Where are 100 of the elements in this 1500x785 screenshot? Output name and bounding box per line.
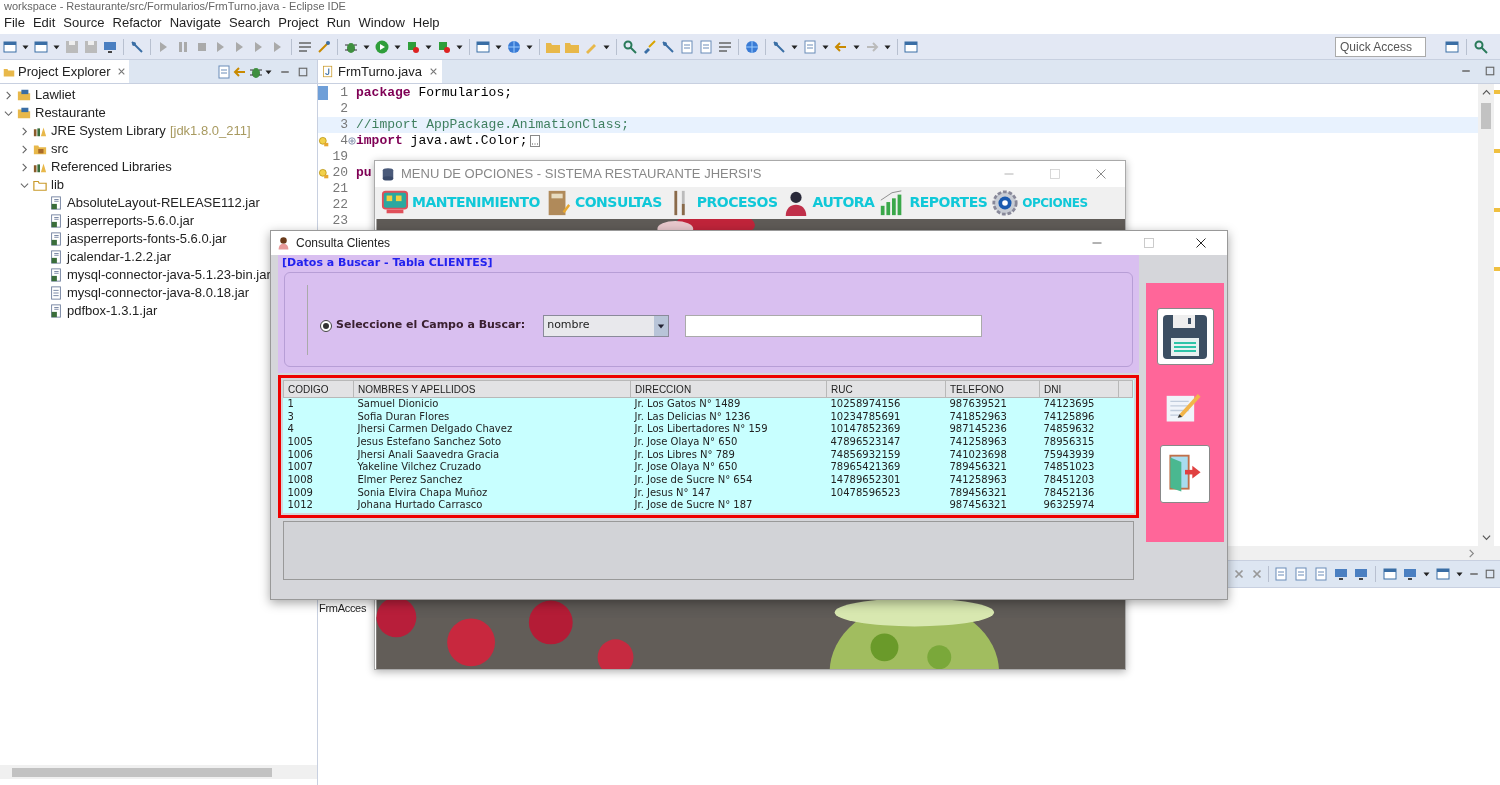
console-text: FrmAcces [319,602,367,614]
line-number: 20 [331,164,348,183]
column-header[interactable]: RUC [826,380,946,398]
menu-item[interactable]: File [0,14,29,32]
column-header[interactable]: TELEFONO [945,380,1040,398]
table-cell: Jr. Los Libertadores N° 159 [634,423,768,435]
table-cell: Samuel Dionicio [357,398,439,410]
tree-item[interactable]: jasperreports-fonts-5.6.0.jar [67,229,227,249]
table-cell: Jr. Las Delicias N° 1236 [634,410,751,422]
menu-item[interactable]: Refactor [108,14,166,32]
line-number: 22 [331,196,348,215]
table-cell: Elmer Perez Sanchez [357,473,463,485]
code-line: package Formularios; [356,84,513,103]
table-cell: Jr. Jose Olaya N° 650 [634,435,738,447]
table-cell: Jr. Jesus N° 147 [634,486,711,498]
tree-item[interactable]: lib [51,175,64,195]
table-cell: 741023698 [949,448,1007,460]
table-cell: 1007 [287,461,313,473]
tree-item[interactable]: src [51,139,69,159]
table-cell: 741258963 [949,473,1007,485]
line-number: 21 [331,180,348,199]
tree-item[interactable]: JRE System Library [51,121,166,141]
table-cell: 987145236 [949,423,1007,435]
tree-item[interactable]: mysql-connector-java-8.0.18.jar [67,283,250,303]
table-cell: 74856932159 [830,448,901,460]
table-cell: 4 [287,423,294,435]
table-cell: 1006 [287,448,313,460]
tree-item[interactable]: Lawliet [35,85,76,105]
menu-item[interactable]: Project [274,14,323,32]
table-cell: 74859632 [1043,423,1095,435]
table-cell: 96325974 [1043,499,1095,511]
tree-item[interactable]: jcalendar-1.2.2.jar [67,247,172,267]
column-header[interactable]: NOMBRES Y APELLIDOS [353,380,631,398]
table-cell: Yakeline Vilchez Cruzado [357,461,482,473]
table-cell: 74125896 [1043,410,1095,422]
table-cell: Jr. Los Libres N° 789 [634,448,735,460]
tree-item[interactable]: pdfbox-1.3.1.jar [67,301,158,321]
table-cell: 78451203 [1043,473,1095,485]
table-cell: Johana Hurtado Carrasco [357,499,483,511]
table-cell: 789456321 [949,486,1007,498]
table-cell: 75943939 [1043,448,1095,460]
table-cell: Jr. Jose Olaya N° 650 [634,461,738,473]
table-cell: Sofia Duran Flores [357,410,450,422]
tree-item[interactable]: AbsoluteLayout-RELEASE112.jar [67,193,260,213]
menu-item[interactable]: Navigate [165,14,225,32]
line-number: 19 [331,148,348,167]
line-number: 1 [339,84,348,103]
window-title: workspace - Restaurante/src/Formularios/FrmTurno.java - Eclipse IDE [4,0,346,12]
table-cell: 987456321 [949,499,1007,511]
table-cell: Jesus Estefano Sanchez Soto [357,435,502,447]
menu-item[interactable]: Window [354,14,409,32]
line-number: 3 [339,116,348,135]
table-cell: Jhersi Carmen Delgado Chavez [357,423,513,435]
column-header[interactable]: DNI [1039,380,1119,398]
table-cell: 10478596523 [830,486,901,498]
tree-item[interactable]: mysql-connector-java-5.1.23-bin.jar [67,265,271,285]
line-number: 23 [331,212,348,231]
table-cell: 1012 [287,499,313,511]
window-title: Consulta Clientes [296,235,391,252]
code-line: //import AppPackage.AnimationClass; [356,116,630,135]
table-cell: 78452136 [1043,486,1095,498]
menu-item[interactable]: Run [322,14,355,32]
menu-item[interactable]: Help [408,14,444,32]
group-title: [Datos a Buscar - Tabla CLIENTES] [282,255,494,270]
table-cell: Jr. Jose de Sucre N° 187 [634,499,753,511]
window-title: MENU DE OPCIONES - SISTEMA RESTAURANTE JHERSI'S [401,165,762,184]
line-number: 2 [339,100,348,119]
table-cell: Jr. Los Gatos N° 1489 [634,398,741,410]
menu-item[interactable]: Edit [28,14,60,32]
tree-item[interactable]: Referenced Libraries [51,157,172,177]
table-cell: 14789652301 [830,473,901,485]
table-cell: 3 [287,410,294,422]
column-header[interactable]: DIRECCION [630,380,827,398]
table-cell: 10258974156 [830,398,901,410]
combo-box[interactable]: nombre [543,314,670,337]
radio-label: Seleccione el Campo a Buscar: [336,317,526,334]
table-cell: Jr. Jose de Sucre N° 654 [634,473,753,485]
column-header[interactable]: CODIGO [283,380,354,398]
menu-item[interactable]: Search [225,14,275,32]
table-cell: 47896523147 [830,435,901,447]
tree-item[interactable]: Restaurante [35,103,106,123]
line-number: 4 [339,132,348,151]
table-cell: Sonia Elvira Chapa Muñoz [357,486,488,498]
table-cell: Jhersi Anali Saavedra Gracia [357,448,500,460]
menu-item[interactable]: Source [59,14,109,32]
table-cell: 10234785691 [830,410,901,422]
tree-item[interactable]: jasperreports-5.6.0.jar [67,211,195,231]
table-cell: 78956315 [1043,435,1095,447]
table-cell: 74851023 [1043,461,1095,473]
table-cell: 1 [287,398,294,410]
quick-access-field[interactable]: Quick Access [1335,36,1426,57]
code-line: pu [356,164,372,183]
code-line: import java.awt.Color; [356,132,528,151]
table-cell: 1008 [287,473,313,485]
table-cell: 741852963 [949,410,1007,422]
table-cell: 1005 [287,435,313,447]
tree-item-detail: [jdk1.8.0_211] [169,122,251,141]
table-cell: 1009 [287,486,313,498]
table-cell: 10147852369 [830,423,901,435]
table-cell: 741258963 [949,435,1007,447]
